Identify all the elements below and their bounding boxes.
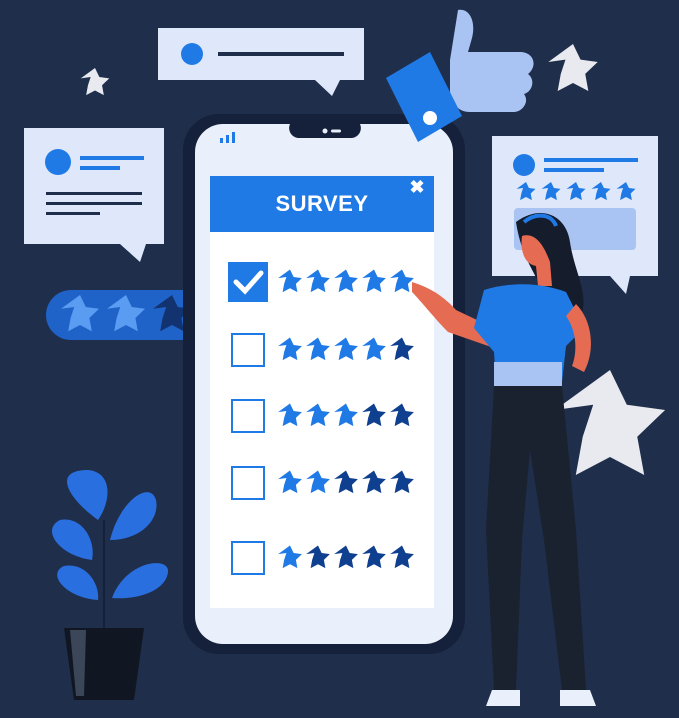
rating-checkbox[interactable] (231, 399, 265, 433)
rating-checkbox[interactable] (231, 466, 265, 500)
star-icon (80, 68, 110, 96)
left-review-card (24, 128, 164, 262)
plant-icon (51, 470, 169, 700)
star-icon (554, 370, 666, 475)
rating-checkbox[interactable] (231, 333, 265, 367)
thumbs-up-icon (386, 9, 534, 142)
illustration (24, 9, 666, 706)
star-icon (548, 44, 598, 92)
top-speech-bubble (158, 28, 364, 96)
close-icon[interactable]: ✖ (406, 176, 428, 198)
rating-checkbox[interactable] (231, 541, 265, 575)
survey-title: SURVEY (275, 191, 369, 216)
